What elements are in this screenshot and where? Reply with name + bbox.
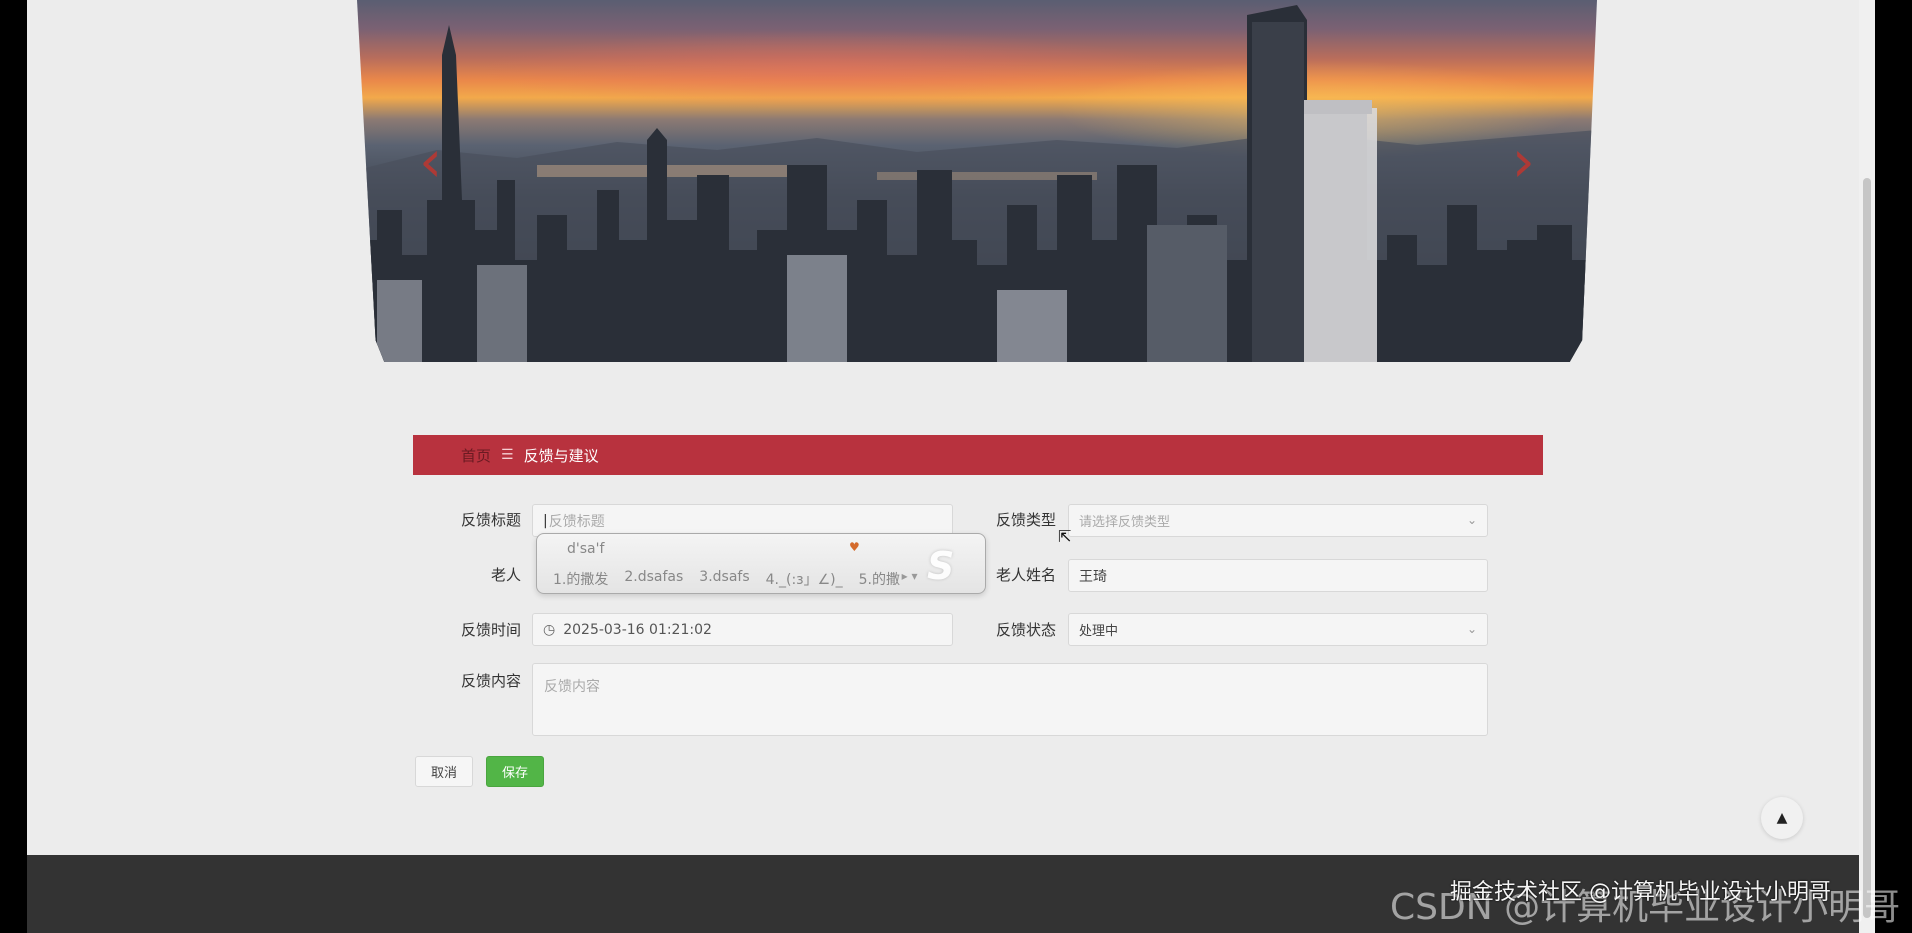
feedback-status-value: 处理中 bbox=[1079, 624, 1119, 639]
breadcrumb-home-link[interactable]: 首页 bbox=[461, 445, 491, 466]
feedback-title-placeholder: 反馈标题 bbox=[548, 513, 605, 530]
ime-logo: S bbox=[927, 544, 955, 588]
feedback-time-label: 反馈时间 bbox=[460, 621, 521, 639]
ime-candidate[interactable]: 1.的撒发 bbox=[553, 569, 608, 589]
feedback-status-select[interactable]: 处理中 ⌄ bbox=[1068, 613, 1488, 646]
ime-candidate[interactable]: 2.dsafas bbox=[624, 569, 683, 589]
feedback-status-label: 反馈状态 bbox=[995, 621, 1056, 639]
ime-skin-icon: ♥ bbox=[849, 540, 860, 554]
feedback-title-label: 反馈标题 bbox=[460, 511, 521, 529]
juejin-watermark: 掘金技术社区 @计算机毕业设计小明哥 bbox=[1450, 880, 1831, 905]
feedback-type-label: 反馈类型 bbox=[995, 511, 1056, 529]
cancel-button[interactable]: 取消 bbox=[415, 756, 473, 787]
breadcrumb-current: 反馈与建议 bbox=[523, 446, 599, 465]
ime-candidate[interactable]: 4._(:з」∠)_ bbox=[766, 569, 843, 589]
clock-icon: ◷ bbox=[543, 621, 556, 638]
text-cursor: | bbox=[543, 512, 548, 529]
feedback-content-textarea[interactable]: 反馈内容 bbox=[532, 663, 1488, 736]
elder-name-input[interactable]: 王琦 bbox=[1068, 559, 1488, 592]
feedback-time-value: 2025-03-16 01:21:02 bbox=[563, 621, 712, 638]
ime-page-arrows-icon[interactable]: ‹ ▸ ▾ bbox=[893, 569, 917, 583]
scrollbar-thumb[interactable] bbox=[1863, 178, 1871, 918]
arrow-up-icon: ▲ bbox=[1776, 810, 1788, 826]
ime-candidate[interactable]: 3.dsafs bbox=[699, 569, 749, 589]
feedback-time-input[interactable]: ◷ 2025-03-16 01:21:02 bbox=[532, 613, 953, 646]
save-button[interactable]: 保存 bbox=[486, 756, 544, 787]
chevron-down-icon: ⌄ bbox=[1466, 622, 1477, 636]
ime-composition: d'sa'f bbox=[567, 541, 605, 557]
breadcrumb: 首页 ☰ 反馈与建议 bbox=[413, 435, 1543, 475]
feedback-content-label: 反馈内容 bbox=[460, 672, 521, 690]
city-skyline-image bbox=[357, 5, 1597, 362]
feedback-content-placeholder: 反馈内容 bbox=[544, 679, 600, 695]
page: ‹ › 首页 ☰ 反馈与建议 反馈标题 | 反馈标题 反馈类型 请选择反馈类型 … bbox=[27, 0, 1875, 933]
mouse-pointer-icon: ⇱ bbox=[1058, 527, 1072, 546]
ime-candidate-popup: d'sa'f ♥ 1.的撒发 2.dsafas 3.dsafs 4._(:з」∠… bbox=[536, 533, 986, 594]
page-scrollbar[interactable] bbox=[1859, 0, 1875, 933]
feedback-type-select[interactable]: 请选择反馈类型 ⌄ bbox=[1068, 504, 1488, 537]
back-to-top-button[interactable]: ▲ bbox=[1761, 797, 1803, 839]
chevron-right-icon[interactable]: › bbox=[1512, 132, 1535, 190]
elder-name-value: 王琦 bbox=[1079, 568, 1107, 585]
chevron-left-icon[interactable]: ‹ bbox=[419, 132, 442, 190]
banner-carousel: ‹ › bbox=[357, 0, 1597, 362]
chevron-down-icon: ⌄ bbox=[1466, 513, 1477, 527]
feedback-type-placeholder: 请选择反馈类型 bbox=[1079, 515, 1171, 530]
breadcrumb-separator: ☰ bbox=[501, 447, 514, 463]
elder-account-label: 老人 bbox=[490, 566, 521, 584]
ime-candidate-list: 1.的撒发 2.dsafas 3.dsafs 4._(:з」∠)_ 5.的撒 bbox=[553, 569, 900, 589]
